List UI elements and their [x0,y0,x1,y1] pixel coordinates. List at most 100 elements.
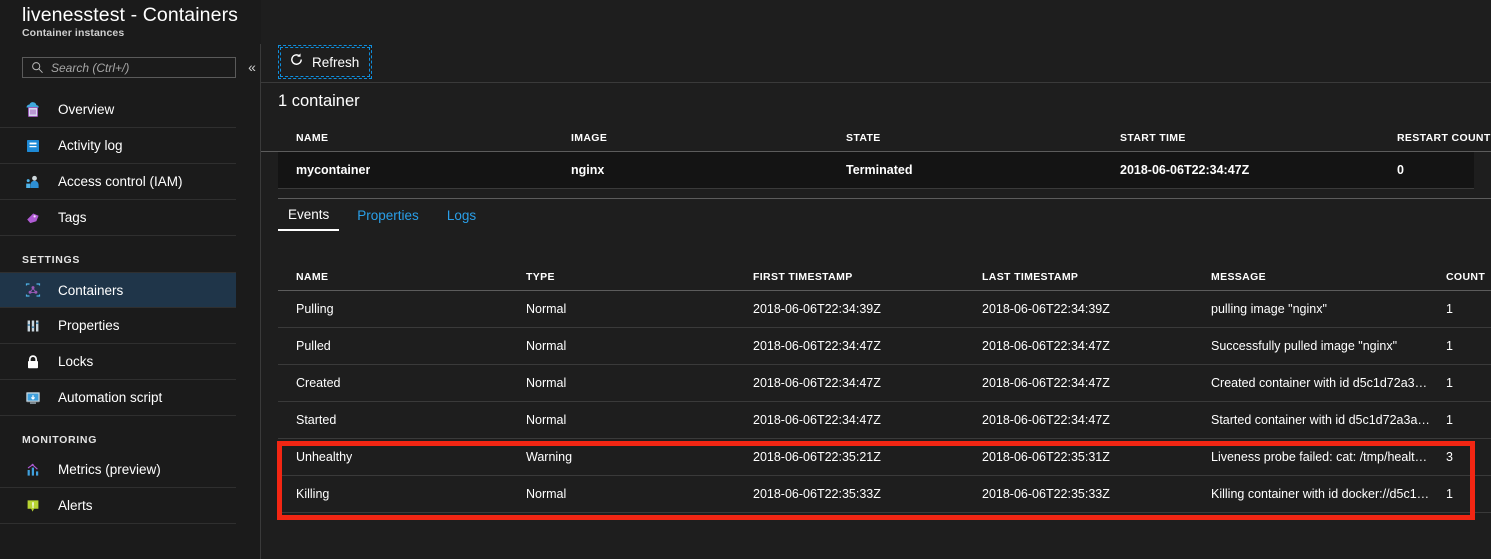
sidebar-section-heading: SETTINGS [22,254,81,266]
cell-count: 1 [1446,302,1453,316]
page-title: livenesstest - Containers [22,4,239,26]
sidebar-item-containers[interactable]: Containers [0,272,236,308]
detail-tabs: Events Properties Logs [278,198,1491,231]
cell-message: Started container with id d5c1d72a3a78..… [1211,413,1431,427]
overview-icon [22,99,44,121]
search-input[interactable] [51,60,235,75]
cell-first-timestamp: 2018-06-06T22:35:33Z [753,487,881,501]
tab-events[interactable]: Events [278,199,340,231]
tags-icon [22,207,44,229]
sidebar-section-monitoring: MONITORING [0,416,236,452]
cell-last-timestamp: 2018-06-06T22:35:33Z [982,487,1110,501]
sidebar-item-label: Automation script [58,390,163,405]
sidebar-item-activity-log[interactable]: Activity log [0,128,236,164]
sidebar-item-locks[interactable]: Locks [0,344,236,380]
column-header-last-timestamp: LAST TIMESTAMP [982,271,1079,283]
sidebar-item-label: Activity log [58,138,123,153]
table-row[interactable]: Pulling Normal 2018-06-06T22:34:39Z 2018… [278,291,1491,328]
search-icon [27,61,47,74]
table-row[interactable]: Pulled Normal 2018-06-06T22:34:47Z 2018-… [278,328,1491,365]
sidebar-nav: Overview Activity log Access control (IA… [0,92,236,524]
cell-type: Normal [526,413,567,427]
metrics-icon [22,459,44,481]
table-row[interactable]: mycontainer nginx Terminated 2018-06-06T… [278,152,1474,189]
activity-log-icon [22,135,44,157]
sidebar-section-settings: SETTINGS [0,236,236,272]
cell-start-time: 2018-06-06T22:34:47Z [1120,163,1250,177]
sidebar-item-alerts[interactable]: Alerts [0,488,236,524]
cell-first-timestamp: 2018-06-06T22:35:21Z [753,450,881,464]
sidebar-item-automation-script[interactable]: Automation script [0,380,236,416]
cell-last-timestamp: 2018-06-06T22:34:47Z [982,413,1110,427]
cell-name: Pulling [296,302,334,316]
search-box[interactable] [22,57,236,78]
column-header-restart-count: RESTART COUNT [1397,132,1491,144]
cell-first-timestamp: 2018-06-06T22:34:47Z [753,339,881,353]
sidebar-item-overview[interactable]: Overview [0,92,236,128]
column-header-first-timestamp: FIRST TIMESTAMP [753,271,853,283]
cell-name: Created [296,376,341,390]
cell-type: Normal [526,339,567,353]
sidebar-item-label: Tags [58,210,87,225]
events-table: NAME TYPE FIRST TIMESTAMP LAST TIMESTAMP… [261,265,1491,513]
sidebar-item-label: Properties [58,318,120,333]
column-header-name: NAME [296,271,329,283]
sidebar-item-label: Alerts [58,498,93,513]
sidebar-item-access-control[interactable]: Access control (IAM) [0,164,236,200]
cell-count: 1 [1446,376,1453,390]
command-toolbar: Refresh [261,0,1491,83]
cell-name: Started [296,413,337,427]
tab-logs[interactable]: Logs [437,199,486,231]
column-header-count: COUNT [1446,271,1486,283]
alerts-icon [22,495,44,517]
cell-image: nginx [571,163,605,177]
cell-message: Created container with id d5c1d72a3a7... [1211,376,1431,390]
page-subtitle: Container instances [22,27,125,39]
cell-name: Killing [296,487,330,501]
cell-name: Unhealthy [296,450,353,464]
blade-content: Refresh 1 container NAME IMAGE STATE STA… [261,0,1491,559]
sidebar-item-label: Access control (IAM) [58,174,183,189]
table-row[interactable]: Unhealthy Warning 2018-06-06T22:35:21Z 2… [278,439,1491,476]
cell-message: Liveness probe failed: cat: /tmp/healthy… [1211,450,1431,464]
containers-icon [22,279,44,301]
cell-first-timestamp: 2018-06-06T22:34:47Z [753,413,881,427]
cell-restart-count: 0 [1397,163,1404,177]
access-control-icon [22,171,44,193]
container-count-heading: 1 container [278,92,360,110]
cell-message: Successfully pulled image "nginx" [1211,339,1398,353]
collapse-blade-button[interactable]: « [243,58,261,76]
table-row[interactable]: Started Normal 2018-06-06T22:34:47Z 2018… [278,402,1491,439]
cell-type: Normal [526,376,567,390]
column-header-message: MESSAGE [1211,271,1266,283]
sidebar-item-tags[interactable]: Tags [0,200,236,236]
sidebar-item-properties[interactable]: Properties [0,308,236,344]
cell-message: Killing container with id docker://d5c1d… [1211,487,1431,501]
sidebar-section-heading: MONITORING [22,434,98,446]
cell-count: 1 [1446,339,1453,353]
tab-properties[interactable]: Properties [347,199,429,231]
lock-icon [22,351,44,373]
refresh-label: Refresh [312,54,360,70]
column-header-start-time: START TIME [1120,132,1186,144]
cell-first-timestamp: 2018-06-06T22:34:47Z [753,376,881,390]
cell-count: 1 [1446,487,1453,501]
table-row[interactable]: Killing Normal 2018-06-06T22:35:33Z 2018… [278,476,1491,513]
cell-state: Terminated [846,163,913,177]
cell-last-timestamp: 2018-06-06T22:34:39Z [982,302,1110,316]
table-row[interactable]: Created Normal 2018-06-06T22:34:47Z 2018… [278,365,1491,402]
refresh-button[interactable]: Refresh [278,45,373,79]
sidebar-item-label: Metrics (preview) [58,462,161,477]
cell-name: Pulled [296,339,331,353]
cell-message: pulling image "nginx" [1211,302,1327,316]
properties-icon [22,315,44,337]
sidebar-item-label: Containers [58,282,124,298]
refresh-icon [289,52,304,72]
cell-count: 1 [1446,413,1453,427]
sidebar-item-metrics[interactable]: Metrics (preview) [0,452,236,488]
column-header-type: TYPE [526,271,555,283]
column-header-image: IMAGE [571,132,608,144]
column-header-name: NAME [296,132,329,144]
cell-type: Normal [526,487,567,501]
automation-script-icon [22,387,44,409]
